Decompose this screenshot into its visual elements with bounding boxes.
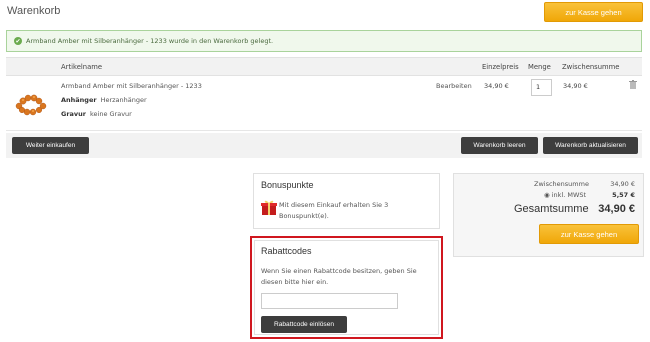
update-cart-button[interactable]: Warenkorb aktualisieren [543, 137, 638, 154]
row-subtotal: 34,90 € [563, 82, 588, 90]
coupon-input[interactable] [261, 293, 398, 309]
subtotal-label: Zwischensumme [534, 180, 589, 188]
coupon-title: Rabattcodes [261, 246, 312, 256]
cart-row: Armband Amber mit Silberanhänger - 1233 … [6, 76, 642, 131]
vat-line: ◉ inkl. MWSt [544, 191, 586, 199]
bonus-text: Mit diesem Einkauf erhalten Sie 3 Bonusp… [279, 201, 389, 220]
product-name[interactable]: Armband Amber mit Silberanhänger - 1233 [61, 82, 202, 90]
page-title: Warenkorb [7, 5, 61, 17]
quantity-input[interactable]: 1 [531, 79, 552, 96]
coupon-description: Wenn Sie einen Rabattcode besitzen, gebe… [261, 267, 417, 286]
cart-actions: Weiter einkaufen Warenkorb leeren Warenk… [6, 133, 642, 158]
attribute-label: Gravur [61, 110, 86, 118]
totals-panel: Zwischensumme 34,90 € ◉ inkl. MWSt 5,57 … [453, 173, 644, 257]
clear-cart-button[interactable]: Warenkorb leeren [461, 137, 538, 154]
check-icon: ✔ [14, 37, 22, 45]
success-message: ✔ Armband Amber mit Silberanhänger - 123… [6, 30, 642, 52]
checkout-button-bottom[interactable]: zur Kasse gehen [539, 224, 639, 244]
success-text: Armband Amber mit Silberanhänger - 1233 … [26, 37, 274, 45]
product-attribute: Anhänger Herzanhänger [61, 96, 147, 104]
unit-price: 34,90 € [484, 82, 509, 90]
redeem-coupon-button[interactable]: Rabattcode einlösen [261, 316, 347, 333]
attribute-label: Anhänger [61, 96, 97, 104]
vat-label: inkl. MWSt [551, 191, 587, 199]
header-article: Artikelname [61, 63, 103, 71]
checkout-button-top[interactable]: zur Kasse gehen [544, 2, 643, 22]
product-attribute: Gravur keine Gravur [61, 110, 132, 118]
vat-value: 5,57 € [612, 191, 635, 199]
radio-icon: ◉ [544, 191, 552, 199]
bonus-title: Bonuspunkte [261, 180, 314, 190]
coupon-panel: Rabattcodes Wenn Sie einen Rabattcode be… [250, 236, 443, 339]
cart-table: Artikelname Einzelpreis Menge Zwischensu… [6, 57, 642, 159]
gift-icon [261, 200, 277, 215]
header-subtotal: Zwischensumme [562, 63, 620, 71]
attribute-value: keine Gravur [90, 110, 132, 118]
header-quantity: Menge [528, 63, 551, 71]
bonus-panel: Bonuspunkte Mit diesem Einkauf erhalten … [253, 173, 440, 229]
subtotal-value: 34,90 € [610, 180, 635, 188]
header-unit-price: Einzelpreis [482, 63, 519, 71]
attribute-value: Herzanhänger [100, 96, 147, 104]
product-image[interactable] [14, 90, 48, 118]
cart-header: Artikelname Einzelpreis Menge Zwischensu… [6, 57, 642, 76]
trash-icon[interactable] [629, 80, 637, 89]
total-label: Gesamtsumme [514, 203, 589, 215]
total-value: 34,90 € [598, 203, 635, 215]
edit-link[interactable]: Bearbeiten [436, 82, 472, 90]
continue-shopping-button[interactable]: Weiter einkaufen [12, 137, 89, 154]
